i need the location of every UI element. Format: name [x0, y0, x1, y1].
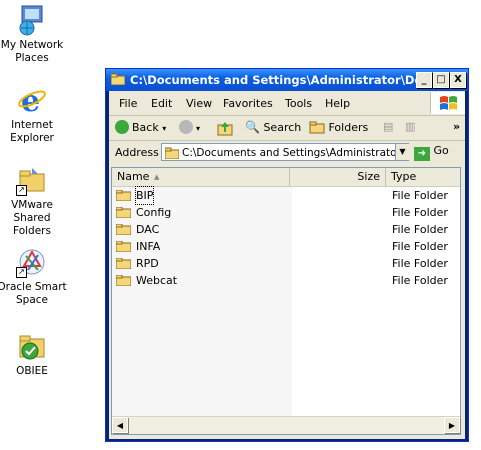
obiee-icon — [16, 330, 48, 362]
file-type: File Folder — [392, 223, 448, 236]
file-type: File Folder — [392, 206, 448, 219]
back-label: Back — [132, 121, 159, 134]
folders-icon — [309, 121, 325, 134]
forward-arrow-icon — [179, 120, 193, 134]
scroll-left-button[interactable]: ◀ — [112, 417, 128, 433]
file-name: Config — [136, 206, 172, 219]
up-folder-button[interactable] — [217, 120, 233, 136]
file-type: File Folder — [392, 240, 448, 253]
explorer-window: C:\Documents and Settings\Administrator\… — [105, 68, 469, 442]
menu-bar: File Edit View Favorites Tools Help — [109, 91, 465, 116]
shortcut-arrow-icon: ↗ — [16, 185, 27, 196]
file-name: RPD — [136, 257, 159, 270]
folder-icon — [111, 73, 125, 85]
file-type: File Folder — [392, 257, 448, 270]
list-item[interactable]: RPD File Folder — [112, 255, 460, 272]
desktop-icon-label: Oracle Smart Space — [0, 281, 67, 306]
menu-edit[interactable]: Edit — [151, 97, 172, 110]
minimize-button[interactable]: _ — [416, 72, 432, 88]
file-type: File Folder — [392, 189, 448, 202]
address-bar: Address C:\Documents and Settings\Admini… — [109, 141, 465, 165]
go-button[interactable]: ➜ Go — [414, 144, 449, 161]
desktop-icon-internet-explorer[interactable]: e Internet Explorer — [0, 84, 70, 145]
maximize-button[interactable]: □ — [433, 72, 449, 88]
vmware-shared-folders-icon: ↗ — [16, 164, 48, 196]
desktop-icon-vmware-shared-folders[interactable]: ↗ VMware Shared Folders — [0, 164, 70, 238]
windows-logo-icon — [430, 92, 465, 114]
forward-dropdown-icon: ▾ — [196, 124, 201, 133]
close-button[interactable]: X — [450, 72, 466, 88]
list-item[interactable]: Webcat File Folder — [112, 272, 460, 289]
list-item[interactable]: BIP File Folder — [112, 186, 460, 205]
file-name: BIP — [134, 186, 155, 205]
search-label: Search — [263, 121, 302, 134]
desktop-icon-obiee[interactable]: OBIEE — [0, 330, 70, 378]
menu-file[interactable]: File — [119, 97, 137, 110]
forward-button[interactable]: ▾ — [179, 120, 200, 134]
menu-help[interactable]: Help — [325, 97, 350, 110]
search-icon: 🔍 — [245, 120, 260, 134]
folder-icon — [165, 147, 179, 159]
copy-to-button[interactable]: ▥ — [405, 120, 415, 133]
move-to-button[interactable]: ▤ — [383, 120, 393, 133]
svg-text:e: e — [21, 84, 40, 116]
column-header-name[interactable]: Name ▲ — [112, 168, 290, 186]
title-bar[interactable]: C:\Documents and Settings\Administrator\… — [106, 69, 468, 91]
menu-tools[interactable]: Tools — [285, 97, 312, 110]
desktop-icon-network-places[interactable]: My Network Places — [0, 4, 70, 65]
back-button[interactable]: Back ▾ — [115, 120, 166, 134]
sort-ascending-icon: ▲ — [154, 173, 160, 181]
address-label: Address — [115, 146, 159, 159]
up-folder-icon — [217, 122, 233, 136]
horizontal-scrollbar[interactable]: ◀ ▶ — [112, 416, 460, 434]
toolbar-overflow-button[interactable]: » — [453, 120, 460, 133]
back-dropdown-icon: ▾ — [162, 124, 167, 133]
column-headers: Name ▲ Size Type — [112, 168, 460, 187]
folders-button[interactable]: Folders — [309, 120, 368, 134]
column-header-size[interactable]: Size — [290, 168, 386, 186]
folder-icon — [116, 275, 131, 286]
internet-explorer-icon: e — [16, 84, 48, 119]
list-item[interactable]: DAC File Folder — [112, 221, 460, 238]
list-item[interactable]: Config File Folder — [112, 204, 460, 221]
window-title: C:\Documents and Settings\Administrator\… — [130, 73, 450, 87]
desktop-icon-label: My Network Places — [0, 39, 64, 64]
search-button[interactable]: 🔍 Search — [245, 120, 301, 134]
toolbar: Back ▾ ▾ 🔍 Search Folders ▤ ▥ » — [109, 116, 465, 141]
menu-favorites[interactable]: Favorites — [223, 97, 273, 110]
desktop-icon-label: OBIEE — [16, 365, 48, 377]
folder-icon — [116, 258, 131, 269]
file-type: File Folder — [392, 274, 448, 287]
address-input[interactable]: C:\Documents and Settings\Administrator\… — [161, 143, 409, 161]
list-item[interactable]: INFA File Folder — [112, 238, 460, 255]
desktop-icon-label: Internet Explorer — [10, 119, 54, 144]
desktop-icon-label: VMware Shared Folders — [11, 199, 53, 237]
back-arrow-icon — [115, 120, 129, 134]
file-name: Webcat — [136, 274, 178, 287]
folder-icon — [116, 241, 131, 252]
address-dropdown-button[interactable]: ▼ — [395, 144, 409, 160]
go-arrow-icon: ➜ — [414, 147, 430, 161]
go-label: Go — [433, 144, 449, 157]
window-frame: File Edit View Favorites Tools Help Back… — [109, 91, 465, 439]
folder-icon — [116, 224, 131, 235]
folders-label: Folders — [328, 121, 369, 134]
folder-icon — [116, 207, 131, 218]
file-list[interactable]: Name ▲ Size Type BIP File Folder Config … — [111, 167, 461, 435]
menu-view[interactable]: View — [186, 97, 212, 110]
file-name: INFA — [136, 240, 161, 253]
desktop-icon-oracle-smart-space[interactable]: ↗ Oracle Smart Space — [0, 246, 70, 307]
shortcut-arrow-icon: ↗ — [16, 267, 27, 278]
scroll-right-button[interactable]: ▶ — [444, 417, 460, 433]
oracle-smart-space-icon: ↗ — [16, 246, 48, 278]
folder-icon — [116, 190, 131, 201]
network-places-icon — [16, 4, 48, 36]
file-name: DAC — [136, 223, 160, 236]
column-header-type[interactable]: Type — [386, 168, 462, 186]
address-value: C:\Documents and Settings\Administrator\… — [182, 147, 409, 159]
